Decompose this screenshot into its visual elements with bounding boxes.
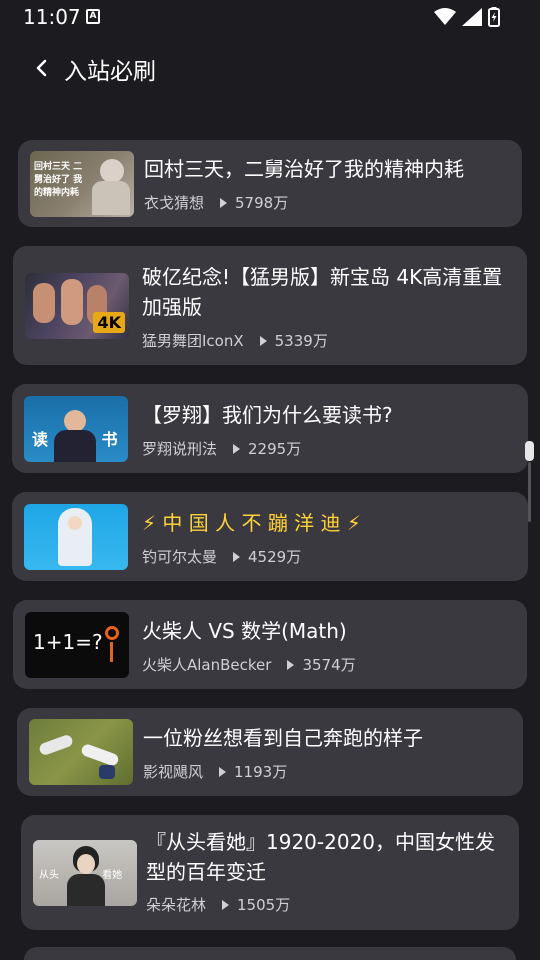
video-views: 3574万 xyxy=(302,656,356,674)
video-meta: 朵朵花林 1505万 xyxy=(146,894,290,915)
video-meta: 钓可尔太曼 4529万 xyxy=(142,546,301,567)
thumbnail-caption: 回村三天 二舅治好了 我的精神内耗 xyxy=(34,161,83,198)
scrollbar-track[interactable] xyxy=(528,462,531,522)
video-card[interactable]: 回村三天 二舅治好了 我的精神内耗 回村三天，二舅治好了我的精神内耗 衣戈猜想 … xyxy=(18,140,522,227)
thumbnail-badge: 4K xyxy=(93,311,125,333)
video-title: 回村三天，二舅治好了我的精神内耗 xyxy=(144,157,464,181)
play-icon xyxy=(259,335,267,346)
video-thumbnail: 1+1=? xyxy=(25,611,129,678)
video-thumbnail xyxy=(29,719,133,785)
scrollbar-thumb[interactable] xyxy=(525,441,534,461)
video-author: 影视飓风 xyxy=(143,763,204,781)
video-card[interactable] xyxy=(24,947,516,960)
video-card[interactable]: 从头 看她 『从头看她』1920-2020，中国女性发型的百年变迁 朵朵花林 1… xyxy=(21,815,519,930)
video-author: 罗翔说刑法 xyxy=(142,440,218,458)
video-meta: 影视飓风 1193万 xyxy=(143,761,287,782)
video-views: 2295万 xyxy=(248,440,302,458)
video-title: ⚡ 中 国 人 不 蹦 洋 迪 ⚡ xyxy=(142,511,361,535)
play-icon xyxy=(219,766,227,777)
video-author: 衣戈猜想 xyxy=(144,194,205,212)
video-author: 钓可尔太曼 xyxy=(142,548,218,566)
play-icon xyxy=(233,551,241,562)
video-views: 5339万 xyxy=(274,332,328,350)
play-icon xyxy=(287,659,295,670)
thumbnail-caption: 从头 看她 xyxy=(39,869,123,881)
play-icon xyxy=(222,899,230,910)
video-thumbnail: 4K xyxy=(25,272,129,339)
video-card[interactable]: 读 书 【罗翔】我们为什么要读书? 罗翔说刑法 2295万 xyxy=(12,384,528,473)
thumbnail-caption: 读 书 xyxy=(32,429,118,449)
video-thumbnail: 从头 看她 xyxy=(33,839,137,906)
video-card[interactable]: 4K 破亿纪念!【猛男版】新宝岛 4K高清重置加强版 猛男舞团IconX 533… xyxy=(13,246,527,365)
video-card[interactable]: ⚡ 中 国 人 不 蹦 洋 迪 ⚡ 钓可尔太曼 4529万 xyxy=(12,492,528,581)
video-views: 1193万 xyxy=(234,763,288,781)
video-views: 4529万 xyxy=(248,548,302,566)
video-meta: 火柴人AlanBecker 3574万 xyxy=(142,654,356,675)
video-thumbnail xyxy=(24,503,128,570)
video-thumbnail: 读 书 xyxy=(24,395,128,462)
video-title: 一位粉丝想看到自己奔跑的样子 xyxy=(143,726,423,750)
video-views: 5798万 xyxy=(235,194,289,212)
play-icon xyxy=(220,197,228,208)
video-title: 『从头看她』1920-2020，中国女性发型的百年变迁 xyxy=(146,830,496,884)
video-author: 朵朵花林 xyxy=(146,896,207,914)
video-author: 火柴人AlanBecker xyxy=(142,656,272,674)
video-list: 回村三天 二舅治好了 我的精神内耗 回村三天，二舅治好了我的精神内耗 衣戈猜想 … xyxy=(0,0,540,960)
video-meta: 猛男舞团IconX 5339万 xyxy=(142,330,328,351)
video-author: 猛男舞团IconX xyxy=(142,332,244,350)
thumbnail-caption: 1+1=? xyxy=(33,629,103,654)
video-thumbnail: 回村三天 二舅治好了 我的精神内耗 xyxy=(30,150,134,217)
video-title: 【罗翔】我们为什么要读书? xyxy=(142,403,393,427)
video-card[interactable]: 1+1=? 火柴人 VS 数学(Math) 火柴人AlanBecker 3574… xyxy=(13,600,527,689)
video-views: 1505万 xyxy=(237,896,291,914)
video-title: 火柴人 VS 数学(Math) xyxy=(142,619,347,643)
play-icon xyxy=(233,443,241,454)
video-card[interactable]: 一位粉丝想看到自己奔跑的样子 影视飓风 1193万 xyxy=(17,708,523,796)
video-title: 破亿纪念!【猛男版】新宝岛 4K高清重置加强版 xyxy=(142,265,503,319)
video-meta: 衣戈猜想 5798万 xyxy=(144,192,288,213)
video-meta: 罗翔说刑法 2295万 xyxy=(142,438,301,459)
